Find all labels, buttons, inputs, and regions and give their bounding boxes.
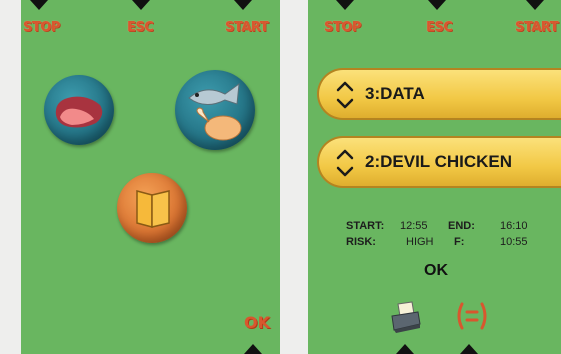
- settings-icon[interactable]: [454, 300, 490, 332]
- stop-button[interactable]: STOP: [324, 20, 361, 35]
- up-down-arrows-icon[interactable]: [335, 147, 355, 179]
- program-selector-value: 3:DATA: [365, 84, 425, 103]
- esc-notch: [428, 0, 446, 10]
- start-button[interactable]: START: [515, 20, 559, 35]
- ok-notch: [244, 344, 262, 354]
- right-screen: STOP ESC START 3:DATA 2:DEVIL CHICKEN ST…: [308, 0, 561, 354]
- printer-icon[interactable]: [388, 298, 424, 334]
- esc-button[interactable]: ESC: [426, 20, 453, 35]
- fish-icon: [188, 82, 240, 105]
- recipe-selector-value: 2:DEVIL CHICKEN: [365, 152, 513, 171]
- stop-button[interactable]: STOP: [23, 20, 60, 35]
- start-notch: [526, 0, 544, 10]
- end-time-value: 16:10: [500, 220, 528, 232]
- left-screen: STOP ESC START OK: [21, 0, 280, 354]
- esc-notch: [132, 0, 150, 10]
- chicken-icon: [196, 107, 242, 141]
- ok-button[interactable]: OK: [424, 262, 448, 280]
- start-notch: [234, 0, 252, 10]
- print-notch: [396, 344, 414, 354]
- f-label: F:: [454, 236, 465, 248]
- meat-category-button[interactable]: [44, 75, 114, 145]
- settings-notch: [460, 344, 478, 354]
- fish-poultry-category-button[interactable]: [175, 70, 255, 150]
- f-value: 10:55: [500, 236, 528, 248]
- ok-button[interactable]: OK: [244, 313, 270, 332]
- start-button[interactable]: START: [225, 20, 269, 35]
- meat-icon: [55, 96, 103, 128]
- stop-notch: [336, 0, 354, 10]
- start-time-label: START:: [346, 220, 385, 232]
- risk-value: HIGH: [406, 236, 434, 248]
- risk-label: RISK:: [346, 236, 376, 248]
- recipe-selector[interactable]: 2:DEVIL CHICKEN: [317, 136, 561, 188]
- up-down-arrows-icon[interactable]: [335, 79, 355, 111]
- recipe-book-button[interactable]: [117, 173, 187, 243]
- stop-notch: [30, 0, 48, 10]
- start-time-value: 12:55: [400, 220, 428, 232]
- program-selector[interactable]: 3:DATA: [317, 68, 561, 120]
- esc-button[interactable]: ESC: [127, 20, 154, 35]
- end-time-label: END:: [448, 220, 475, 232]
- book-icon: [136, 190, 170, 228]
